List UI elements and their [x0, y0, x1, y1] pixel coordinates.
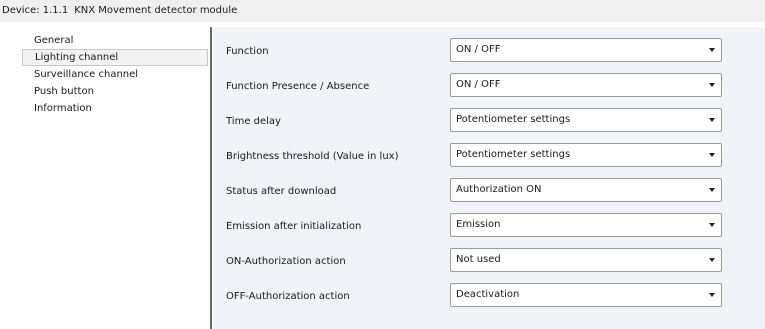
- setting-label: Function Presence / Absence: [226, 81, 370, 92]
- setting-label: Function: [226, 46, 269, 57]
- panel-divider: [210, 27, 212, 329]
- dropdown-value: Potentiometer settings: [456, 149, 571, 160]
- sidebar-item-surveillance-channel[interactable]: Surveillance channel: [22, 66, 208, 83]
- setting-label: Status after download: [226, 186, 337, 197]
- chevron-down-icon: [709, 83, 715, 87]
- chevron-down-icon: [709, 188, 715, 192]
- off-authorization-action-dropdown[interactable]: Deactivation: [450, 283, 722, 307]
- device-address: Device: 1.1.1: [2, 5, 69, 16]
- setting-row-status-after-download: Status after download Authorization ON: [213, 178, 765, 206]
- setting-label: Time delay: [226, 116, 281, 127]
- sidebar: General Lighting channel Surveillance ch…: [22, 32, 208, 329]
- setting-row-emission-after-initialization: Emission after initialization Emission: [213, 213, 765, 241]
- title-bar: Device: 1.1.1 KNX Movement detector modul…: [0, 0, 765, 22]
- dropdown-value: Deactivation: [456, 289, 520, 300]
- device-name: KNX Movement detector module: [74, 5, 238, 16]
- sidebar-item-lighting-channel[interactable]: Lighting channel: [22, 49, 208, 66]
- dropdown-value: ON / OFF: [456, 44, 501, 55]
- chevron-down-icon: [709, 223, 715, 227]
- setting-label: ON-Authorization action: [226, 256, 346, 267]
- dropdown-value: Not used: [456, 254, 501, 265]
- setting-row-on-authorization-action: ON-Authorization action Not used: [213, 248, 765, 276]
- status-after-download-dropdown[interactable]: Authorization ON: [450, 178, 722, 202]
- setting-row-brightness-threshold: Brightness threshold (Value in lux) Pote…: [213, 143, 765, 171]
- main-panel: General Lighting channel Surveillance ch…: [0, 22, 765, 329]
- sidebar-item-general[interactable]: General: [22, 32, 208, 49]
- brightness-threshold-dropdown[interactable]: Potentiometer settings: [450, 143, 722, 167]
- settings-panel: Function ON / OFF Function Presence / Ab…: [213, 27, 765, 329]
- chevron-down-icon: [709, 118, 715, 122]
- sidebar-item-push-button[interactable]: Push button: [22, 83, 208, 100]
- dropdown-value: ON / OFF: [456, 79, 501, 90]
- on-authorization-action-dropdown[interactable]: Not used: [450, 248, 722, 272]
- setting-label: OFF-Authorization action: [226, 291, 350, 302]
- setting-row-off-authorization-action: OFF-Authorization action Deactivation: [213, 283, 765, 311]
- chevron-down-icon: [709, 48, 715, 52]
- setting-label: Emission after initialization: [226, 221, 362, 232]
- dropdown-value: Potentiometer settings: [456, 114, 571, 125]
- emission-after-initialization-dropdown[interactable]: Emission: [450, 213, 722, 237]
- function-presence-absence-dropdown[interactable]: ON / OFF: [450, 73, 722, 97]
- setting-row-time-delay: Time delay Potentiometer settings: [213, 108, 765, 136]
- setting-label: Brightness threshold (Value in lux): [226, 151, 399, 162]
- chevron-down-icon: [709, 153, 715, 157]
- dropdown-value: Emission: [456, 219, 501, 230]
- dropdown-value: Authorization ON: [456, 184, 542, 195]
- time-delay-dropdown[interactable]: Potentiometer settings: [450, 108, 722, 132]
- setting-row-function: Function ON / OFF: [213, 38, 765, 66]
- sidebar-item-information[interactable]: Information: [22, 100, 208, 117]
- chevron-down-icon: [709, 293, 715, 297]
- setting-row-function-presence-absence: Function Presence / Absence ON / OFF: [213, 73, 765, 101]
- chevron-down-icon: [709, 258, 715, 262]
- function-dropdown[interactable]: ON / OFF: [450, 38, 722, 62]
